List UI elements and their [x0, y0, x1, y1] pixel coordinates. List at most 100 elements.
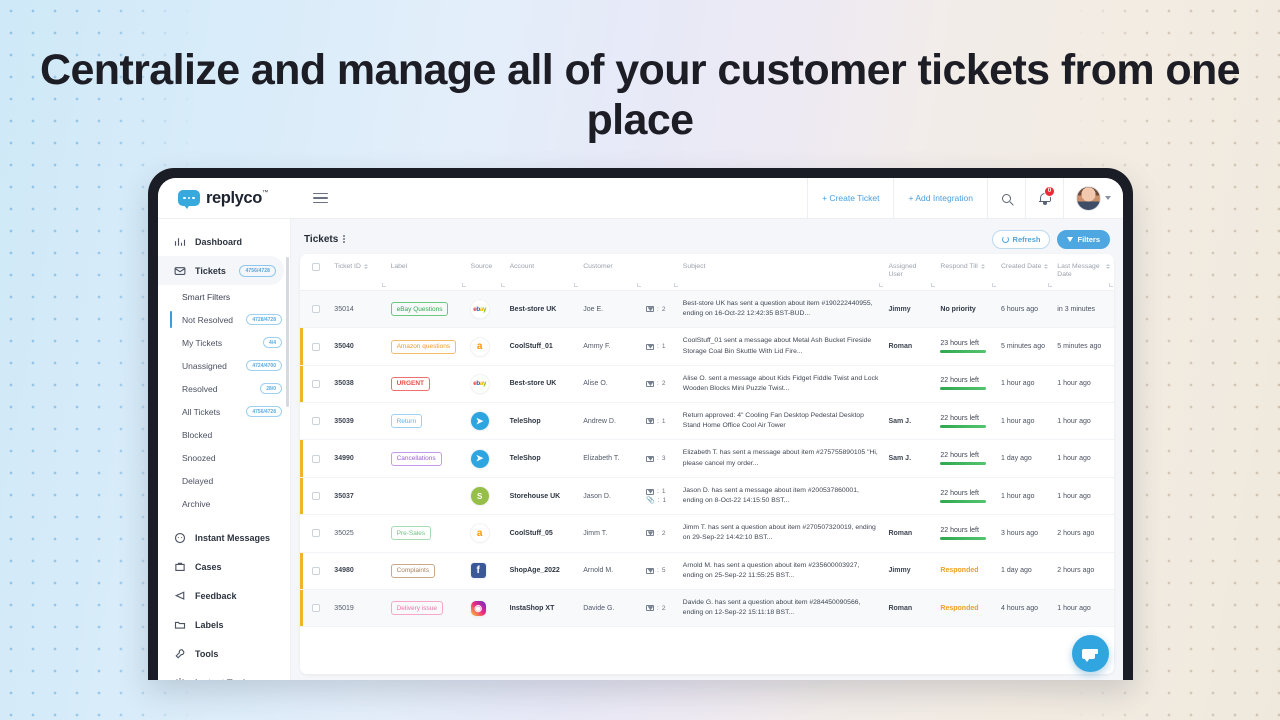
- table-row[interactable]: 35040 Amazon questions a CoolStuff_01 Am…: [300, 328, 1114, 365]
- sidebar-item-dashboard[interactable]: Dashboard: [158, 227, 290, 256]
- table-row[interactable]: 35025 Pre-Sales a CoolStuff_05 Jimm T. :…: [300, 515, 1114, 552]
- row-checkbox[interactable]: [312, 380, 320, 388]
- ticket-label-tag[interactable]: Cancellations: [391, 452, 442, 466]
- add-integration-button[interactable]: + Add Integration: [893, 178, 987, 219]
- sort-icon[interactable]: [981, 264, 985, 269]
- column-resize-handle[interactable]: [992, 283, 996, 287]
- table-row[interactable]: 35037 S Storehouse UK Jason D. : 1 📎: 1 …: [300, 477, 1114, 514]
- table-row[interactable]: 35039 Return ➤ TeleShop Andrew D. : 1 Re…: [300, 403, 1114, 440]
- col-account[interactable]: Account: [506, 254, 580, 290]
- sort-icon[interactable]: [1044, 264, 1048, 269]
- more-options-icon[interactable]: [343, 235, 345, 243]
- row-select-cell[interactable]: [300, 515, 330, 552]
- assigned-user-cell: Jimmy: [884, 552, 936, 589]
- sidebar-item-not-resolved[interactable]: Not Resolved 4728/4728: [170, 308, 290, 331]
- col-ticket-id[interactable]: Ticket ID: [330, 254, 386, 290]
- column-resize-handle[interactable]: [462, 283, 466, 287]
- message-counts: : 1: [646, 343, 675, 350]
- column-resize-handle[interactable]: [1109, 283, 1113, 287]
- sidebar-item-resolved[interactable]: Resolved 28/0: [170, 377, 290, 400]
- sidebar-scrollbar[interactable]: [286, 257, 289, 407]
- filters-button[interactable]: Filters: [1057, 230, 1110, 249]
- column-resize-handle[interactable]: [879, 283, 883, 287]
- ticket-label-tag[interactable]: Amazon questions: [391, 340, 456, 354]
- row-select-cell[interactable]: [300, 589, 330, 626]
- sidebar-item-archive[interactable]: Archive: [170, 492, 290, 515]
- sidebar-item-tickets[interactable]: Tickets 4756/4728: [158, 256, 284, 285]
- col-source[interactable]: Source: [467, 254, 506, 290]
- column-resize-handle[interactable]: [674, 283, 678, 287]
- sidebar-item-all-tickets[interactable]: All Tickets 4756/4728: [170, 400, 290, 423]
- table-row[interactable]: 35038 URGENT ebay Best-store UK Alise O.…: [300, 365, 1114, 402]
- search-button[interactable]: [987, 178, 1025, 219]
- notifications-button[interactable]: 0: [1025, 178, 1063, 219]
- sidebar-item-snoozed[interactable]: Snoozed: [170, 446, 290, 469]
- row-checkbox[interactable]: [312, 492, 320, 500]
- sidebar-item-instant-tools[interactable]: Instant Tools: [158, 668, 290, 680]
- select-all-checkbox[interactable]: [312, 263, 320, 271]
- row-checkbox[interactable]: [312, 455, 320, 463]
- table-row[interactable]: 35019 Delivery issue ◉ InstaShop XT Davi…: [300, 589, 1114, 626]
- sort-icon[interactable]: [1106, 264, 1110, 269]
- column-resize-handle[interactable]: [501, 283, 505, 287]
- sidebar-item-feedback[interactable]: Feedback: [158, 581, 290, 610]
- table-row[interactable]: 34980 Complaints f ShopAge_2022 Arnold M…: [300, 552, 1114, 589]
- ticket-label-tag[interactable]: eBay Questions: [391, 302, 449, 316]
- col-label: Label: [391, 263, 408, 271]
- col-subject[interactable]: Subject: [679, 254, 885, 290]
- label-cell: Cancellations: [387, 440, 467, 477]
- refresh-icon: [1002, 236, 1009, 243]
- sidebar-item-blocked[interactable]: Blocked: [170, 423, 290, 446]
- sidebar-item-tools[interactable]: Tools: [158, 639, 290, 668]
- row-select-cell[interactable]: [300, 477, 330, 514]
- table-row[interactable]: 34990 Cancellations ➤ TeleShop Elizabeth…: [300, 440, 1114, 477]
- sidebar-item-my-tickets[interactable]: My Tickets 4/4: [170, 331, 290, 354]
- ticket-label-tag[interactable]: Delivery issue: [391, 601, 443, 615]
- menu-toggle-icon[interactable]: [313, 193, 328, 204]
- brand-logo[interactable]: replyco™: [158, 178, 291, 219]
- col-respond-till[interactable]: Respond Till: [936, 254, 997, 290]
- col-customer[interactable]: Customer: [579, 254, 642, 290]
- col-last-message-date[interactable]: Last Message Date: [1053, 254, 1114, 290]
- customer-cell: Ammy F.: [579, 328, 642, 365]
- sidebar-item-unassigned[interactable]: Unassigned 4724/4700: [170, 354, 290, 377]
- refresh-button[interactable]: Refresh: [992, 230, 1051, 249]
- row-select-cell[interactable]: [300, 365, 330, 402]
- row-checkbox[interactable]: [312, 343, 320, 351]
- sidebar-item-smart-filters[interactable]: Smart Filters: [170, 285, 290, 308]
- sort-icon[interactable]: [364, 264, 368, 269]
- main-content: Tickets Refresh Filters: [291, 219, 1123, 680]
- row-select-cell[interactable]: [300, 440, 330, 477]
- column-resize-handle[interactable]: [574, 283, 578, 287]
- sidebar-item-instant-messages[interactable]: Instant Messages: [158, 523, 290, 552]
- row-select-cell[interactable]: [300, 552, 330, 589]
- row-select-cell[interactable]: [300, 403, 330, 440]
- column-resize-handle[interactable]: [382, 283, 386, 287]
- row-checkbox[interactable]: [312, 417, 320, 425]
- col-assigned-user[interactable]: Assigned User: [884, 254, 936, 290]
- user-menu[interactable]: [1063, 178, 1123, 219]
- column-resize-handle[interactable]: [1048, 283, 1052, 287]
- sidebar-item-labels[interactable]: Labels: [158, 610, 290, 639]
- sidebar-item-cases[interactable]: Cases: [158, 552, 290, 581]
- table-row[interactable]: 35014 eBay Questions ebay Best-store UK …: [300, 290, 1114, 327]
- ticket-label-tag[interactable]: Complaints: [391, 564, 436, 578]
- row-select-cell[interactable]: [300, 328, 330, 365]
- col-label[interactable]: Label: [387, 254, 467, 290]
- row-checkbox[interactable]: [312, 604, 320, 612]
- row-checkbox[interactable]: [312, 529, 320, 537]
- row-checkbox[interactable]: [312, 305, 320, 313]
- app-navbar: replyco™ + Create Ticket + Add Integrati…: [158, 178, 1123, 219]
- ticket-label-tag[interactable]: URGENT: [391, 377, 430, 391]
- ticket-label-tag[interactable]: Pre-Sales: [391, 526, 432, 540]
- create-ticket-button[interactable]: + Create Ticket: [807, 178, 893, 219]
- row-checkbox[interactable]: [312, 567, 320, 575]
- col-select-all[interactable]: [300, 254, 330, 290]
- column-resize-handle[interactable]: [931, 283, 935, 287]
- row-select-cell[interactable]: [300, 290, 330, 327]
- chat-widget-button[interactable]: [1072, 635, 1109, 672]
- ticket-label-tag[interactable]: Return: [391, 414, 423, 428]
- column-resize-handle[interactable]: [637, 283, 641, 287]
- col-created-date[interactable]: Created Date: [997, 254, 1053, 290]
- sidebar-item-delayed[interactable]: Delayed: [170, 469, 290, 492]
